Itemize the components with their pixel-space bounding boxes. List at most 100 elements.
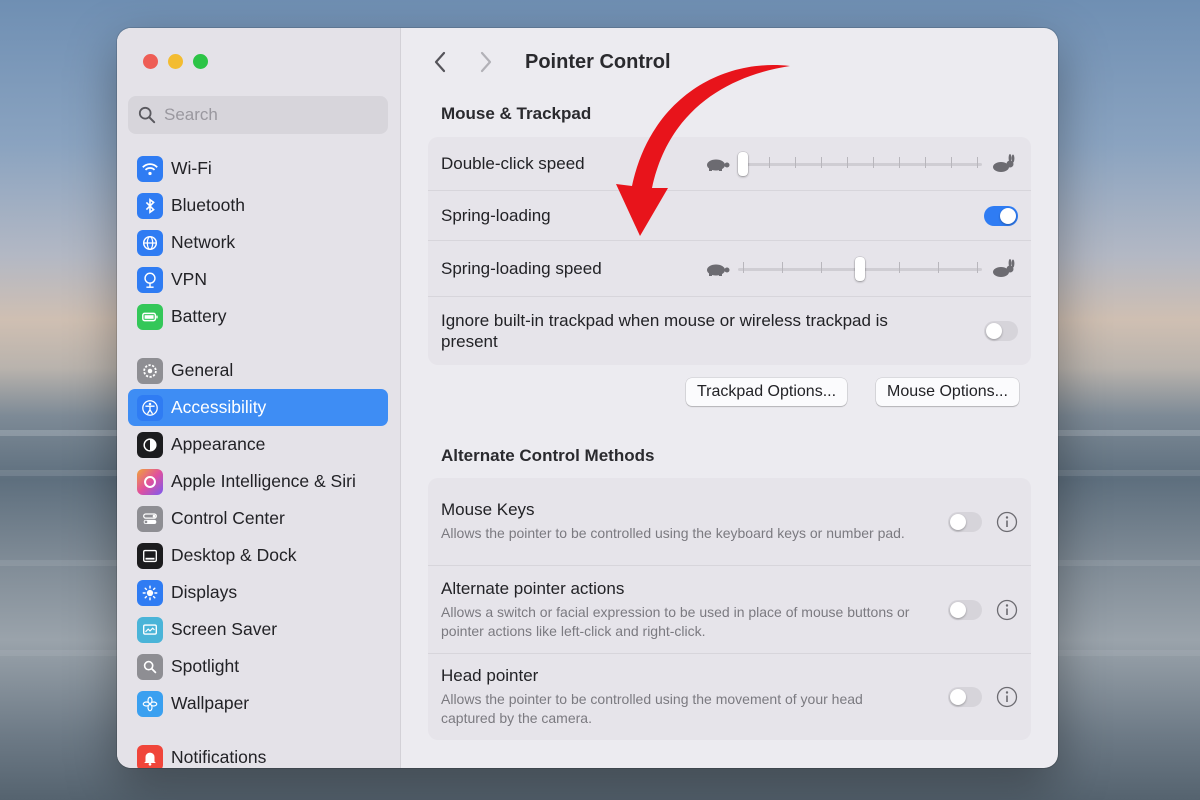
turtle-icon bbox=[707, 264, 730, 276]
sidebar-item-battery[interactable]: Battery bbox=[128, 298, 388, 335]
slider-tick bbox=[769, 156, 770, 168]
sidebar-item-label: General bbox=[171, 360, 234, 380]
mouse-keys-toggle[interactable] bbox=[948, 511, 982, 532]
slider-tick bbox=[743, 261, 744, 273]
sidebar-item-label: Wallpaper bbox=[171, 693, 250, 713]
double-click-speed-label: Double-click speed bbox=[441, 153, 585, 173]
slider-tick bbox=[782, 261, 783, 273]
spring-loading-speed-label: Spring-loading speed bbox=[441, 258, 602, 278]
mouse-keys-row: Mouse Keys Allows the pointer to be cont… bbox=[428, 478, 1031, 566]
appearance-icon bbox=[137, 431, 163, 458]
sidebar-item-wallpaper[interactable]: Wallpaper bbox=[128, 685, 388, 722]
page-title: Pointer Control bbox=[525, 50, 671, 73]
sidebar-item-wifi[interactable]: Wi-Fi bbox=[128, 150, 388, 187]
sun-icon bbox=[137, 579, 163, 606]
rabbit-icon bbox=[993, 153, 1015, 172]
double-click-speed-control bbox=[702, 151, 1018, 176]
sidebar-item-siri[interactable]: Apple Intelligence & Siri bbox=[128, 463, 388, 500]
globe-icon bbox=[137, 229, 163, 256]
rabbit-icon bbox=[993, 258, 1015, 277]
slider-tick bbox=[795, 156, 796, 168]
vpn-icon bbox=[137, 266, 163, 293]
section-title-alternate: Alternate Control Methods bbox=[441, 446, 655, 465]
spring-loading-toggle[interactable] bbox=[984, 205, 1018, 226]
slider-tick bbox=[821, 261, 822, 273]
sidebar-item-notifications[interactable]: Notifications bbox=[128, 739, 388, 768]
ignore-trackpad-row: Ignore built-in trackpad when mouse or w… bbox=[428, 297, 1031, 365]
sidebar-item-label: Spotlight bbox=[171, 656, 240, 676]
spring-loading-label: Spring-loading bbox=[441, 205, 551, 225]
double-click-speed-row: Double-click speed bbox=[428, 137, 1031, 191]
zoom-button[interactable] bbox=[193, 54, 208, 69]
alternate-pointer-actions-row: Alternate pointer actions Allows a switc… bbox=[428, 566, 1031, 654]
slider-thumb[interactable] bbox=[855, 256, 865, 281]
sidebar-item-bluetooth[interactable]: Bluetooth bbox=[128, 187, 388, 224]
minimize-button[interactable] bbox=[168, 54, 183, 69]
slider-thumb[interactable] bbox=[738, 151, 748, 176]
gear-icon bbox=[137, 357, 163, 384]
slider-tick bbox=[951, 156, 952, 168]
close-button[interactable] bbox=[143, 54, 158, 69]
sidebar-item-label: Appearance bbox=[171, 434, 266, 454]
forward-button[interactable] bbox=[471, 47, 501, 77]
sidebar-item-label: VPN bbox=[171, 269, 207, 289]
spring-loading-speed-control bbox=[702, 256, 1018, 281]
ignore-trackpad-label: Ignore built-in trackpad when mouse or w… bbox=[441, 311, 888, 351]
sidebar-nav: Wi-Fi Bluetooth Network VPN Battery Gene… bbox=[128, 150, 388, 768]
back-button[interactable] bbox=[425, 47, 455, 77]
slider-tick bbox=[938, 261, 939, 273]
mouse-options-button[interactable]: Mouse Options... bbox=[876, 378, 1019, 406]
sidebar-item-label: Desktop & Dock bbox=[171, 545, 297, 565]
toolbar: Pointer Control bbox=[425, 46, 671, 78]
sidebar-item-label: Network bbox=[171, 232, 236, 252]
search-placeholder: Search bbox=[164, 105, 218, 124]
sidebar-item-vpn[interactable]: VPN bbox=[128, 261, 388, 298]
info-icon[interactable] bbox=[996, 511, 1018, 533]
head-pointer-label: Head pointer bbox=[441, 666, 539, 685]
spring-loading-speed-row: Spring-loading speed bbox=[428, 241, 1031, 297]
wifi-icon bbox=[137, 155, 163, 182]
sidebar-item-control-center[interactable]: Control Center bbox=[128, 500, 388, 537]
alternate-pointer-actions-toggle[interactable] bbox=[948, 599, 982, 620]
slider-tick bbox=[873, 156, 874, 168]
dock-icon bbox=[137, 542, 163, 569]
sidebar-item-desktop-dock[interactable]: Desktop & Dock bbox=[128, 537, 388, 574]
wallpaper-icon bbox=[137, 690, 163, 717]
slider-tick bbox=[899, 156, 900, 168]
section-title-mouse-trackpad: Mouse & Trackpad bbox=[441, 104, 592, 123]
bell-icon bbox=[137, 744, 163, 768]
spring-loading-speed-slider[interactable] bbox=[738, 256, 982, 281]
double-click-speed-slider[interactable] bbox=[738, 151, 982, 176]
sidebar-item-accessibility[interactable]: Accessibility bbox=[128, 389, 388, 426]
info-icon[interactable] bbox=[996, 599, 1018, 621]
alternate-pointer-actions-description: Allows a switch or facial expression to … bbox=[441, 603, 910, 639]
info-icon[interactable] bbox=[996, 686, 1018, 708]
window-controls bbox=[143, 54, 208, 69]
sidebar-item-label: Displays bbox=[171, 582, 238, 602]
sidebar-item-label: Bluetooth bbox=[171, 195, 245, 215]
sidebar-item-label: Notifications bbox=[171, 747, 267, 767]
slider-tick bbox=[899, 261, 900, 273]
sidebar-item-screen-saver[interactable]: Screen Saver bbox=[128, 611, 388, 648]
trackpad-options-button[interactable]: Trackpad Options... bbox=[686, 378, 848, 406]
chevron-left-icon bbox=[434, 51, 446, 73]
sidebar-item-label: Accessibility bbox=[171, 397, 267, 417]
sidebar-item-spotlight[interactable]: Spotlight bbox=[128, 648, 388, 685]
sidebar-item-label: Wi-Fi bbox=[171, 158, 212, 178]
ignore-trackpad-toggle[interactable] bbox=[984, 321, 1018, 341]
sidebar-item-displays[interactable]: Displays bbox=[128, 574, 388, 611]
sidebar-item-network[interactable]: Network bbox=[128, 224, 388, 261]
mouse-trackpad-group: Double-click speed Spring-loading Spring… bbox=[428, 137, 1031, 365]
slider-tick bbox=[925, 156, 926, 168]
sidebar-item-appearance[interactable]: Appearance bbox=[128, 426, 388, 463]
spring-loading-row: Spring-loading bbox=[428, 191, 1031, 241]
sidebar-item-label: Battery bbox=[171, 306, 227, 326]
siri-icon bbox=[137, 468, 163, 495]
head-pointer-toggle[interactable] bbox=[948, 687, 982, 707]
sidebar-item-general[interactable]: General bbox=[128, 352, 388, 389]
search-input[interactable]: Search bbox=[128, 96, 388, 134]
sidebar-item-label: Apple Intelligence & Siri bbox=[171, 471, 356, 491]
alternate-control-group: Mouse Keys Allows the pointer to be cont… bbox=[428, 478, 1031, 740]
turtle-icon bbox=[707, 159, 730, 171]
mouse-keys-label: Mouse Keys bbox=[441, 500, 535, 519]
